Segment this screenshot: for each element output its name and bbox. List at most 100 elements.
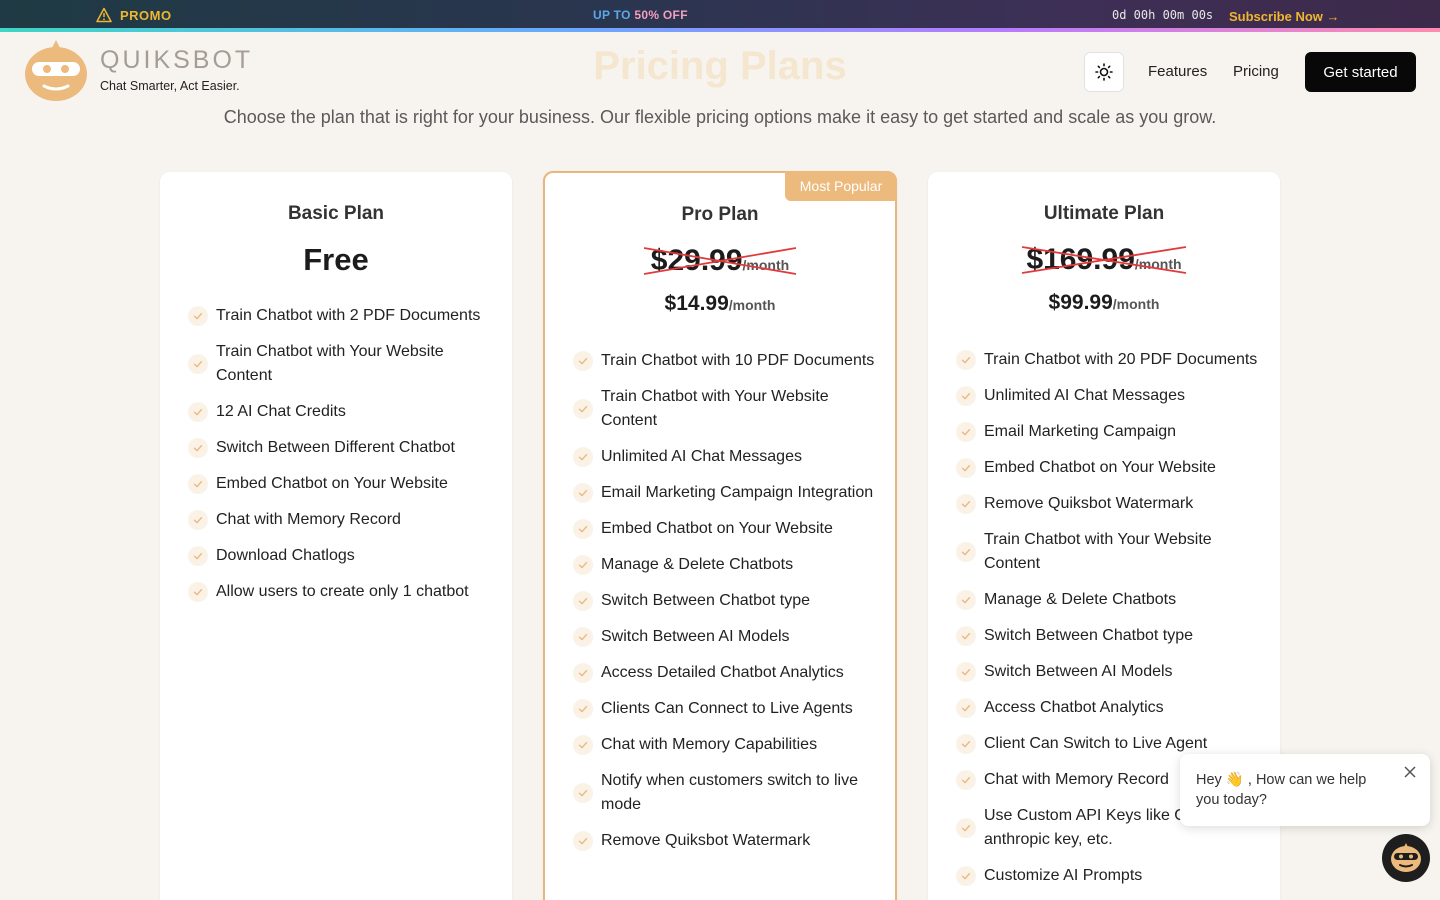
strikethrough-mark [1021,246,1187,274]
check-icon [188,474,208,494]
feature-text: Train Chatbot with Your Website Content [216,343,444,384]
feature-text: Switch Between Different Chatbot [216,439,455,456]
page-subtitle: Choose the plan that is right for your b… [223,107,1217,127]
feature-item: Train Chatbot with 2 PDF Documents [188,304,492,328]
feature-text: Customize AI Prompts [984,867,1143,884]
feature-item: Chat with Memory Record [188,508,492,532]
feature-text: Train Chatbot with Your Website Content [984,531,1212,572]
check-icon [573,483,593,503]
chat-launcher-button[interactable] [1382,834,1430,882]
check-icon [573,627,593,647]
check-icon [956,770,976,790]
strikethrough-mark [643,247,797,275]
check-icon [188,438,208,458]
feature-text: Email Marketing Campaign [984,423,1177,440]
feature-item: Train Chatbot with Your Website Content [573,385,875,433]
check-icon [573,735,593,755]
check-icon [956,542,976,562]
feature-text: Allow users to create only 1 chatbot [216,583,469,600]
check-icon [573,519,593,539]
plan-name: Pro Plan [681,204,759,225]
check-icon [573,783,593,803]
check-icon [956,494,976,514]
feature-item: Unlimited AI Chat Messages [573,445,875,469]
theme-toggle-button[interactable] [1084,52,1124,92]
feature-text: Remove Quiksbot Watermark [601,832,811,849]
feature-item: Chat with Memory Capabilities [573,733,875,757]
check-icon [188,546,208,566]
discounted-price: $14.99/month [545,292,895,316]
close-icon[interactable] [1404,766,1416,778]
feature-item: Train Chatbot with 20 PDF Documents [956,348,1260,372]
robot-chat-icon [1391,843,1421,872]
check-icon [956,698,976,718]
feature-text: 12 AI Chat Credits [216,403,346,420]
promo-offer-prefix: UP TO [593,8,635,22]
check-icon [573,591,593,611]
feature-item: Unlimited AI Chat Messages [956,384,1260,408]
feature-text: Access Chatbot Analytics [984,699,1164,716]
promo-offer-highlight: 50% OFF [634,8,688,22]
feature-text: Remove Quiksbot Watermark [984,495,1194,512]
sun-icon [1095,63,1113,81]
nav-pricing-link[interactable]: Pricing [1233,63,1279,80]
check-icon [188,306,208,326]
feature-item: Switch Between Chatbot type [573,589,875,613]
discounted-price: $99.99/month [928,291,1280,315]
feature-item: Allow users to create only 1 chatbot [188,580,492,604]
feature-item: Embed Chatbot on Your Website [956,456,1260,480]
discounted-price-period: /month [728,297,776,313]
nav-features-link[interactable]: Features [1148,63,1207,80]
feature-text: Notify when customers switch to live mod… [601,772,858,813]
warning-icon [96,7,112,23]
feature-text: Train Chatbot with 20 PDF Documents [984,351,1258,368]
feature-text: Train Chatbot with 2 PDF Documents [216,307,481,324]
check-icon [956,350,976,370]
feature-text: Switch Between Chatbot type [601,592,811,609]
feature-item: Train Chatbot with Your Website Content [188,340,492,388]
chat-greeting-message: Hey 👋 , How can we help you today? [1196,772,1367,808]
feature-item: Client Can Switch to Live Agent [956,732,1260,756]
feature-text: Switch Between AI Models [984,663,1173,680]
feature-text: Unlimited AI Chat Messages [601,448,802,465]
feature-item: Email Marketing Campaign Integration [573,481,875,505]
feature-item: Train Chatbot with Your Website Content [956,528,1260,576]
plan-price: Free [303,242,369,277]
plan-name: Basic Plan [287,203,385,224]
promo-countdown: 0d 00h 00m 00s [1112,8,1214,22]
feature-text: Chat with Memory Record [984,771,1169,788]
feature-item: Switch Between AI Models [573,625,875,649]
promo-bar: PROMO UP TO 50% OFF 0d 00h 00m 00s Subsc… [0,0,1440,32]
check-icon [573,831,593,851]
feature-item: 12 AI Chat Credits [188,400,492,424]
feature-text: Embed Chatbot on Your Website [601,520,833,537]
feature-item: Remove Quiksbot Watermark [956,492,1260,516]
feature-text: Client Can Switch to Live Agent [984,735,1208,752]
check-icon [956,734,976,754]
discounted-price-amount: $14.99 [664,292,729,315]
feature-text: Download Chatlogs [216,547,355,564]
subscribe-now-link[interactable]: Subscribe Now → [1229,9,1340,24]
check-icon [956,590,976,610]
feature-text: Clients Can Connect to Live Agents [601,700,853,717]
original-price: $29.99/month [545,244,895,280]
feature-text: Switch Between AI Models [601,628,790,645]
feature-text: Train Chatbot with 10 PDF Documents [601,352,875,369]
check-icon [573,447,593,467]
feature-item: Customize AI Prompts [956,864,1260,888]
feature-text: Access Detailed Chatbot Analytics [601,664,844,681]
get-started-button[interactable]: Get started [1305,52,1416,92]
feature-text: Train Chatbot with Your Website Content [601,388,829,429]
plan-name: Ultimate Plan [1043,203,1165,224]
feature-text: Email Marketing Campaign Integration [601,484,874,501]
feature-item: Email Marketing Campaign [956,420,1260,444]
feature-item: Access Detailed Chatbot Analytics [573,661,875,685]
chat-greeting-popup[interactable]: Hey 👋 , How can we help you today? [1180,754,1430,826]
feature-text: Embed Chatbot on Your Website [984,459,1216,476]
check-icon [573,351,593,371]
check-icon [573,399,593,419]
page-title: Pricing Plans [593,44,847,88]
feature-list: Train Chatbot with 10 PDF Documents Train… [573,349,875,865]
feature-item: Manage & Delete Chatbots [573,553,875,577]
check-icon [956,422,976,442]
